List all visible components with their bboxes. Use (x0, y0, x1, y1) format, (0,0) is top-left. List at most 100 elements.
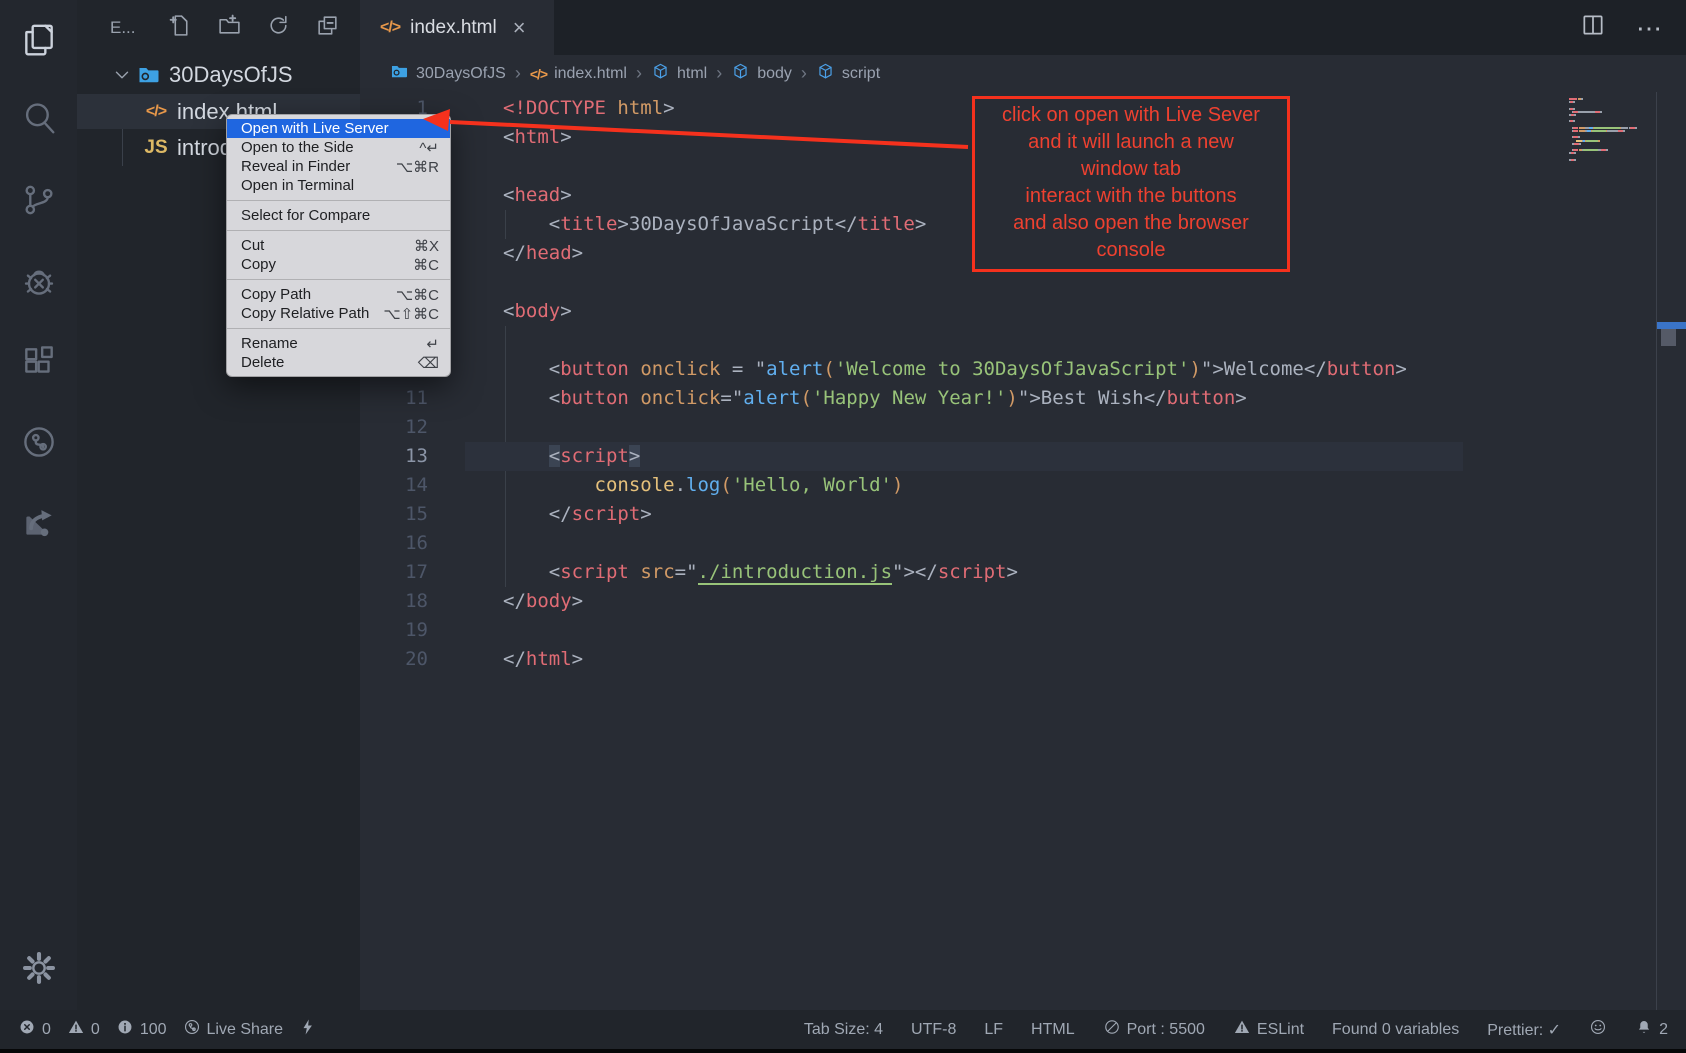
code-line: <title>30DaysOfJavaScript</title> (503, 210, 926, 239)
activity-item-share[interactable] (0, 492, 77, 556)
status-bar: 00 100 Live Share Tab Size: 4 UTF-8 LF HTML Po… (0, 1010, 1686, 1049)
annotation-text: click on open with Live Sever and it wil… (1002, 102, 1260, 264)
status-item-live-share[interactable]: Live Share (183, 1018, 284, 1041)
breadcrumb-separator: › (716, 63, 722, 84)
status-item-lightning[interactable] (299, 1018, 317, 1041)
refresh-icon[interactable] (266, 13, 291, 43)
menu-item-label: Rename (241, 335, 426, 352)
code-line: <script> (503, 442, 640, 471)
breadcrumb-item-30DaysOfJS[interactable]: 30DaysOfJS (390, 62, 506, 86)
tab-index-html[interactable]: </> index.html × (360, 0, 554, 55)
line-number: 17 (360, 558, 428, 587)
code-line: <!DOCTYPE html> (503, 94, 675, 123)
menu-item-cut[interactable]: Cut⌘X (227, 236, 450, 255)
status-item-html[interactable]: HTML (1031, 1021, 1075, 1039)
window-bottom-edge (0, 1049, 1686, 1053)
status-item-utf-8[interactable]: UTF-8 (911, 1021, 956, 1039)
scrollbar-thumb[interactable] (1661, 329, 1676, 346)
status-item-label: 2 (1659, 1021, 1668, 1039)
status-item-label: Port : 5500 (1127, 1021, 1205, 1039)
menu-item-rename[interactable]: Rename↵ (227, 334, 450, 353)
minimap[interactable] (1569, 92, 1659, 292)
symbol-cube-icon (816, 62, 835, 86)
status-item-label: UTF-8 (911, 1021, 956, 1039)
menu-item-delete[interactable]: Delete⌫ (227, 353, 450, 372)
chevron-down-icon[interactable] (111, 64, 133, 86)
menu-item-label: Copy (241, 256, 413, 273)
activity-item-source-control[interactable] (0, 170, 77, 234)
code-line: console.log('Hello, World') (503, 471, 903, 500)
status-item-label: Found 0 variables (1332, 1021, 1459, 1039)
status-item-0[interactable]: 0 (67, 1018, 100, 1041)
breadcrumb-label: 30DaysOfJS (416, 65, 506, 83)
breadcrumb: 30DaysOfJS›</>index.html›html›body›scrip… (360, 55, 1686, 92)
warning-icon (67, 1018, 85, 1041)
status-item-100[interactable]: 100 (116, 1018, 167, 1041)
menu-item-shortcut: ⌥⇧⌘C (383, 305, 439, 323)
code-line: <script src="./introduction.js"></script… (503, 558, 1018, 587)
line-number: 19 (360, 616, 428, 645)
error-icon (18, 1018, 36, 1041)
minimap-line (1609, 130, 1617, 132)
new-folder-icon[interactable] (217, 13, 242, 43)
menu-item-label: Delete (241, 354, 418, 371)
scrollbar-track (1656, 92, 1657, 1010)
status-item-lf[interactable]: LF (984, 1021, 1003, 1039)
line-number: 18 (360, 587, 428, 616)
breadcrumb-item-script[interactable]: script (816, 62, 880, 86)
minimap-line (1573, 108, 1575, 110)
tree-item-root-folder[interactable]: 30DaysOfJS (77, 57, 360, 92)
activity-item-explorer[interactable] (0, 10, 77, 74)
breadcrumb-item-html[interactable]: html (651, 62, 707, 86)
menu-item-reveal-in-finder[interactable]: Reveal in Finder⌥⌘R (227, 157, 450, 176)
menu-item-open-with-live-server[interactable]: Open with Live Server (227, 119, 450, 138)
lightning-icon (299, 1018, 317, 1041)
breadcrumb-item-index.html[interactable]: </>index.html (530, 65, 627, 83)
status-item-smiley[interactable] (1589, 1018, 1607, 1041)
menu-item-shortcut: ↵ (426, 335, 439, 353)
menu-item-label: Copy Relative Path (241, 305, 383, 322)
breadcrumb-item-body[interactable]: body (731, 62, 792, 86)
activity-item-live-share[interactable] (0, 412, 77, 476)
status-item-found-0-variables[interactable]: Found 0 variables (1332, 1021, 1459, 1039)
status-item-0[interactable]: 0 (18, 1018, 51, 1041)
more-actions-icon[interactable]: ⋯ (1636, 23, 1664, 33)
split-editor-icon[interactable] (1580, 12, 1606, 43)
status-item-tab-size-4[interactable]: Tab Size: 4 (804, 1021, 883, 1039)
status-item-prettier-[interactable]: Prettier: ✓ (1487, 1020, 1561, 1040)
new-file-icon[interactable] (168, 13, 193, 43)
menu-item-select-for-compare[interactable]: Select for Compare (227, 206, 450, 225)
status-item-label: Prettier: ✓ (1487, 1020, 1561, 1040)
minimap-line (1579, 143, 1581, 145)
tab-label: index.html (410, 17, 497, 39)
collapse-all-icon[interactable] (315, 13, 340, 43)
menu-separator (227, 328, 450, 329)
minimap-line (1574, 159, 1576, 161)
minimap-line (1574, 152, 1576, 154)
status-item-label: HTML (1031, 1021, 1075, 1039)
menu-item-copy-path[interactable]: Copy Path⌥⌘C (227, 285, 450, 304)
explorer-title: E... (110, 18, 136, 38)
menu-item-open-in-terminal[interactable]: Open in Terminal (227, 176, 450, 195)
activity-item-extensions[interactable] (0, 332, 77, 396)
minimap-line (1573, 127, 1578, 129)
root-folder-label: 30DaysOfJS (169, 62, 293, 88)
menu-item-copy[interactable]: Copy⌘C (227, 255, 450, 274)
close-icon[interactable]: × (513, 15, 526, 41)
status-item-eslint[interactable]: ESLint (1233, 1018, 1304, 1041)
status-item-2[interactable]: 2 (1635, 1018, 1668, 1041)
js-file-icon: JS (143, 137, 169, 159)
activity-bar (0, 0, 77, 1010)
activity-settings-gear[interactable] (0, 938, 77, 1002)
breadcrumb-label: body (757, 65, 792, 83)
menu-item-open-to-the-side[interactable]: Open to the Side^↵ (227, 138, 450, 157)
minimap-line (1635, 127, 1637, 129)
menu-item-label: Copy Path (241, 286, 396, 303)
symbol-cube-icon (731, 62, 750, 86)
menu-item-copy-relative-path[interactable]: Copy Relative Path⌥⇧⌘C (227, 304, 450, 323)
line-number: 13 (360, 442, 428, 471)
activity-item-search[interactable] (0, 88, 77, 152)
activity-item-debug[interactable] (0, 252, 77, 316)
status-item-port-5500[interactable]: Port : 5500 (1103, 1018, 1205, 1041)
line-number: 15 (360, 500, 428, 529)
